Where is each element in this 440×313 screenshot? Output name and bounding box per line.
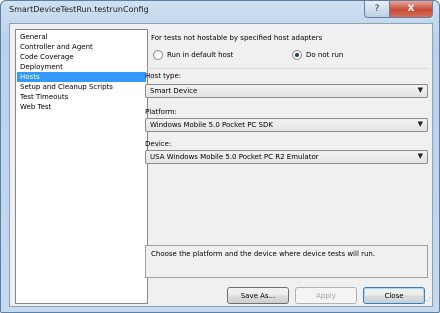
help-button[interactable]: ? <box>364 1 390 18</box>
window-title: SmartDeviceTestRun.testrunConfig <box>9 5 149 14</box>
nav-item-setup-and-cleanup-scripts[interactable]: Setup and Cleanup Scripts <box>17 82 146 92</box>
run-in-default-host-radio[interactable]: Run in default host <box>153 50 233 60</box>
device-value: USA Windows Mobile 5.0 Pocket PC R2 Emul… <box>150 153 319 161</box>
nav-item-controller-and-agent[interactable]: Controller and Agent <box>17 42 146 52</box>
host-type-label: Host type: <box>145 72 182 80</box>
category-list[interactable]: General Controller and Agent Code Covera… <box>15 29 148 304</box>
run-in-default-host-label: Run in default host <box>167 51 234 59</box>
nav-item-general[interactable]: General <box>17 32 146 42</box>
host-type-value: Smart Device <box>150 87 198 95</box>
host-type-select[interactable]: Smart Device ▼ <box>145 84 428 98</box>
nav-item-web-test[interactable]: Web Test <box>17 102 146 112</box>
nav-item-code-coverage[interactable]: Code Coverage <box>17 52 146 62</box>
nav-item-deployment[interactable]: Deployment <box>17 62 146 72</box>
close-window-button[interactable]: X <box>390 1 433 18</box>
dropdown-arrow-icon: ▼ <box>417 86 423 94</box>
close-button[interactable]: Close <box>363 287 425 304</box>
dropdown-arrow-icon: ▼ <box>417 152 423 160</box>
radio-indicator[interactable] <box>153 50 163 60</box>
config-dialog: SmartDeviceTestRun.testrunConfig ? X Gen… <box>0 0 440 313</box>
device-label: Device: <box>145 140 172 148</box>
nav-item-hosts[interactable]: Hosts <box>17 72 146 82</box>
platform-select[interactable]: Windows Mobile 5.0 Pocket PC SDK ▼ <box>145 118 428 132</box>
host-adapter-group-title: For tests not hostable by specified host… <box>151 34 323 42</box>
platform-label: Platform: <box>145 108 177 116</box>
dialog-client-area: General Controller and Agent Code Covera… <box>9 23 433 307</box>
platform-value: Windows Mobile 5.0 Pocket PC SDK <box>150 121 273 129</box>
host-adapter-group: For tests not hostable by specified host… <box>147 30 428 69</box>
nav-item-test-timeouts[interactable]: Test Timeouts <box>17 92 146 102</box>
description-panel: Choose the platform and the device where… <box>145 245 428 278</box>
do-not-run-radio[interactable]: Do not run <box>292 50 343 60</box>
resize-grip-icon[interactable]: ⋰ <box>423 296 431 305</box>
apply-button[interactable]: Apply <box>295 287 357 304</box>
do-not-run-label: Do not run <box>306 51 344 59</box>
device-select[interactable]: USA Windows Mobile 5.0 Pocket PC R2 Emul… <box>145 150 428 164</box>
save-as-button[interactable]: Save As... <box>227 287 289 304</box>
window-controls: ? X <box>364 1 433 18</box>
radio-indicator-selected[interactable] <box>292 50 302 60</box>
dropdown-arrow-icon: ▼ <box>417 120 423 128</box>
